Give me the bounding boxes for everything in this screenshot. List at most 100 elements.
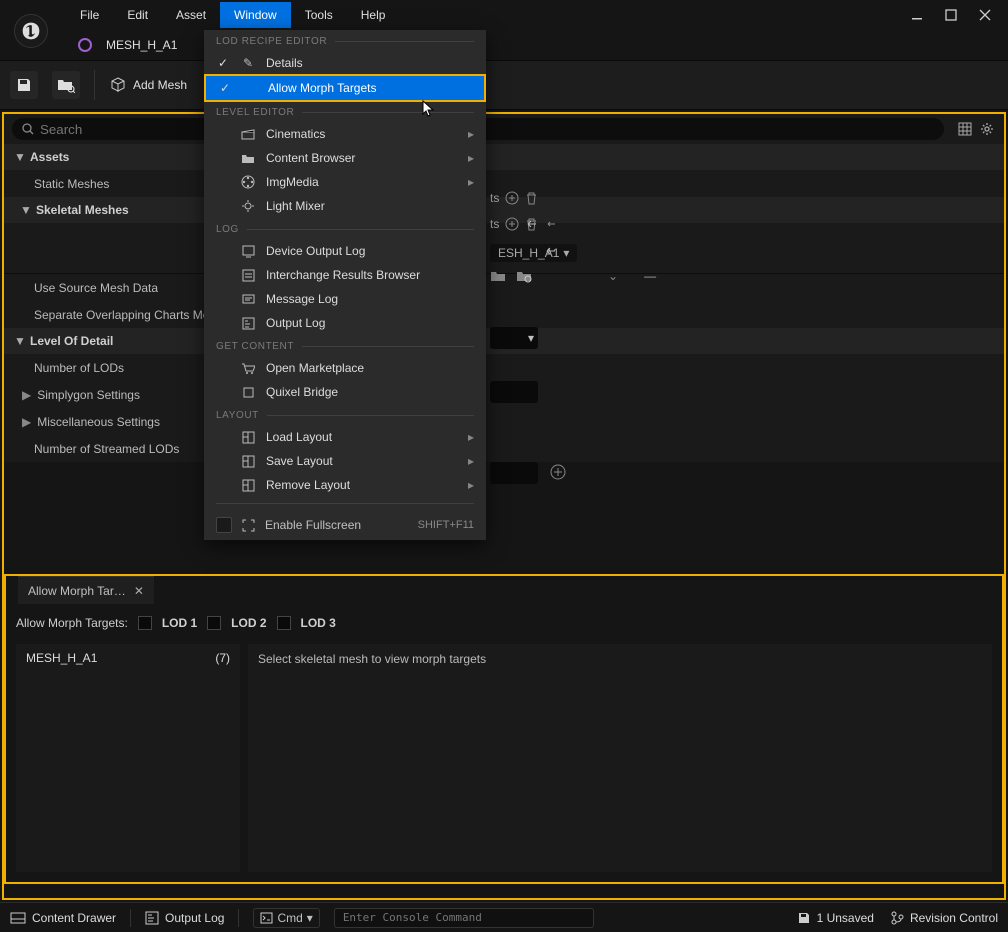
minus-icon[interactable]: —: [644, 269, 656, 283]
dd-interchange-label: Interchange Results Browser: [266, 268, 420, 282]
chevron-right-icon: ▸: [468, 430, 474, 444]
num-lods-row[interactable]: Number of LODs: [4, 354, 1004, 381]
dd-load-layout[interactable]: Load Layout ▸: [204, 425, 486, 449]
browse-icon[interactable]: [52, 71, 80, 99]
dd-interchange[interactable]: Interchange Results Browser: [204, 263, 486, 287]
undo-icon[interactable]: [544, 217, 558, 231]
morph-toolbar-label: Allow Morph Targets:: [16, 616, 128, 630]
menu-edit[interactable]: Edit: [113, 2, 162, 28]
value-input-3[interactable]: [490, 462, 538, 484]
cmd-selector[interactable]: Cmd ▾: [253, 908, 319, 928]
dd-remove-layout[interactable]: Remove Layout▸: [204, 473, 486, 497]
results-icon: [240, 269, 256, 282]
revision-control-button[interactable]: Revision Control: [890, 911, 998, 925]
asset-type-icon: [78, 38, 92, 52]
add-circle-icon[interactable]: [505, 191, 519, 205]
trash-icon[interactable]: [525, 191, 538, 205]
dd-details-label: Details: [266, 56, 303, 70]
add-circle-icon[interactable]: [550, 464, 566, 480]
close-button[interactable]: [978, 8, 992, 22]
mesh-list-name: MESH_H_A1: [26, 651, 97, 665]
mesh-asset-pill[interactable]: ESH_H_A1▾: [490, 244, 577, 262]
output-log-button[interactable]: Output Log: [145, 911, 224, 925]
streamed-row[interactable]: Number of Streamed LODs: [4, 435, 1004, 462]
dd-save-layout[interactable]: Save Layout▸: [204, 449, 486, 473]
separate-overlap-row[interactable]: Separate Overlapping Charts Mode: [4, 301, 1004, 328]
value-input-2[interactable]: [490, 381, 538, 403]
dd-message-log[interactable]: Message Log: [204, 287, 486, 311]
asset-row: MESH_H_A1: [0, 30, 1008, 60]
misc-row[interactable]: ▶Miscellaneous Settings: [4, 408, 1004, 435]
dd-details[interactable]: ✓✎Details: [204, 51, 486, 75]
clapper-icon: [240, 128, 256, 140]
chevron-right-icon: ▸: [468, 151, 474, 165]
statusbar-separator: [130, 909, 131, 927]
dd-output-log[interactable]: Output Log: [204, 311, 486, 335]
menu-window[interactable]: Window: [220, 2, 291, 28]
menu-tools[interactable]: Tools: [291, 2, 347, 28]
add-mesh-button[interactable]: Add Mesh: [109, 76, 187, 94]
check-icon: ✓: [216, 56, 230, 70]
dd-cinematics[interactable]: Cinematics▸: [204, 122, 486, 146]
mesh-list-item[interactable]: MESH_H_A1 (7): [16, 644, 240, 672]
dd-device-log[interactable]: Device Output Log: [204, 239, 486, 263]
reel-icon: [240, 175, 256, 189]
terminal-icon: [260, 912, 273, 924]
dd-load-layout-label: Load Layout: [266, 430, 332, 444]
dd-imgmedia-label: ImgMedia: [266, 175, 319, 189]
dd-marketplace[interactable]: Open Marketplace: [204, 356, 486, 380]
morph-content-hint: Select skeletal mesh to view morph targe…: [258, 652, 486, 666]
dd-quixel[interactable]: Quixel Bridge: [204, 380, 486, 404]
dd-allow-morph[interactable]: ✓Allow Morph Targets: [206, 76, 484, 100]
folder-icon[interactable]: [490, 269, 506, 283]
mouse-cursor-icon: [422, 100, 436, 118]
view-grid-icon[interactable]: [956, 120, 974, 138]
layout-remove-icon: [240, 479, 256, 492]
morph-tab[interactable]: Allow Morph Tar… ✕: [18, 576, 154, 604]
value-dropdown-1[interactable]: ▾: [490, 327, 538, 349]
close-icon[interactable]: ✕: [134, 584, 144, 598]
search-input[interactable]: [40, 122, 934, 137]
device-icon: [240, 245, 256, 258]
reset-icon[interactable]: [543, 244, 559, 258]
dd-section-layout: LAYOUT: [204, 404, 486, 425]
lod-header-label: Level Of Detail: [30, 334, 113, 348]
mesh-icon: [109, 76, 127, 94]
lod1-checkbox[interactable]: [138, 616, 152, 630]
dd-fullscreen-shortcut: SHIFT+F11: [418, 519, 474, 531]
dd-content-browser-label: Content Browser: [266, 151, 355, 165]
console-input-box[interactable]: [334, 908, 594, 928]
menu-help[interactable]: Help: [347, 2, 400, 28]
settings-gear-icon[interactable]: [978, 120, 996, 138]
dd-fullscreen[interactable]: Enable Fullscreen SHIFT+F11: [204, 510, 486, 540]
dd-device-log-label: Device Output Log: [266, 244, 365, 258]
content-drawer-button[interactable]: Content Drawer: [10, 911, 116, 925]
reset-icon[interactable]: [524, 217, 540, 231]
minimize-button[interactable]: [910, 8, 924, 22]
cart-icon: [240, 362, 256, 375]
maximize-button[interactable]: [944, 8, 958, 22]
unsaved-button[interactable]: 1 Unsaved: [797, 911, 874, 925]
dd-separator: [216, 503, 474, 504]
lod3-checkbox[interactable]: [277, 616, 291, 630]
checkbox[interactable]: [216, 517, 232, 533]
lod2-checkbox[interactable]: [207, 616, 221, 630]
menu-asset[interactable]: Asset: [162, 2, 220, 28]
search-row: [4, 114, 1004, 144]
dd-imgmedia[interactable]: ImgMedia▸: [204, 170, 486, 194]
mesh-asset-row: ESH_H_A1▾: [490, 244, 577, 262]
assets-header[interactable]: ▼Assets: [4, 144, 1004, 170]
misc-label: Miscellaneous Settings: [37, 415, 160, 429]
dd-light-mixer[interactable]: Light Mixer: [204, 194, 486, 218]
menu-file[interactable]: File: [66, 2, 113, 28]
dd-content-browser[interactable]: Content Browser ▸: [204, 146, 486, 170]
save-icon[interactable]: [10, 71, 38, 99]
dd-cinematics-label: Cinematics: [266, 127, 325, 141]
folder-icon: [240, 152, 256, 164]
light-icon: [240, 199, 256, 213]
browse-folder-icon[interactable]: [516, 269, 532, 283]
add-mesh-label: Add Mesh: [133, 78, 187, 92]
chevron-down-icon[interactable]: ⌄: [608, 269, 618, 283]
console-input[interactable]: [343, 911, 585, 924]
add-circle-icon[interactable]: [505, 217, 519, 231]
